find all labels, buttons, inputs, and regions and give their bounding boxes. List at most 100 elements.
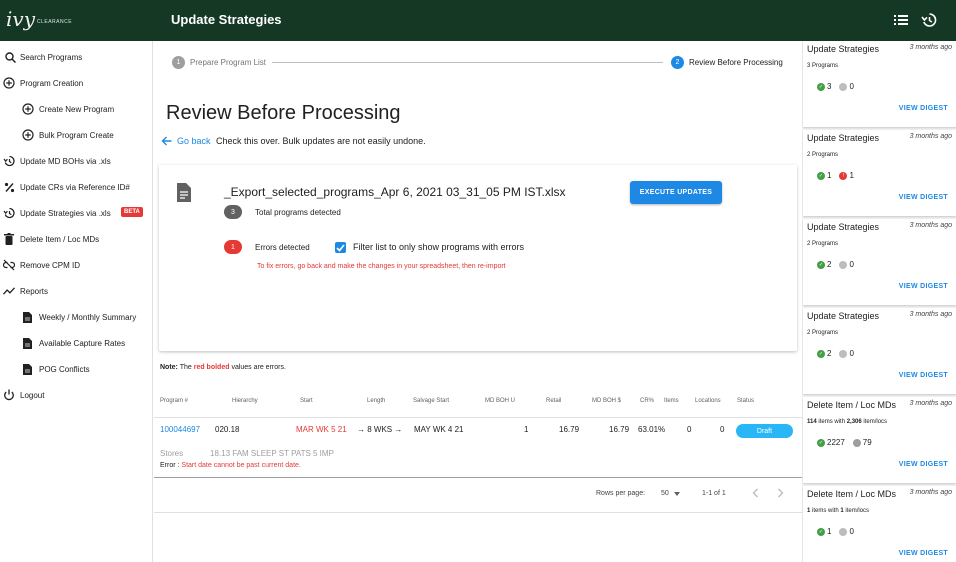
go-back-link[interactable]: Go back [161, 136, 211, 146]
list-view-icon[interactable] [892, 11, 910, 29]
sidebar-item-label: Remove CPM ID [20, 260, 81, 270]
col-header: Salvage Start [413, 398, 450, 404]
success-count: 1 [827, 171, 832, 180]
document-icon [21, 311, 33, 323]
item-locs-text: item/locs [861, 419, 888, 425]
sidebar-item-logout[interactable]: Logout [0, 382, 153, 408]
pending-icon [839, 260, 848, 269]
sidebar-item-label: Delete Item / Loc MDs [20, 234, 100, 244]
item-locs-text: item/locs [843, 508, 870, 514]
digest-stats: ✓ 1 ! 1 [817, 171, 862, 180]
rows-per-page-select[interactable]: 50 [661, 490, 680, 497]
success-check-icon: ✓ [817, 171, 825, 180]
execute-updates-button[interactable]: EXECUTE UPDATES [630, 181, 722, 204]
history-icon [3, 155, 15, 167]
history-icon[interactable] [920, 11, 938, 29]
col-header: Locations [695, 398, 721, 404]
digest-card: Update Strategies 3 months ago 2 Program… [803, 130, 956, 216]
history-icon [3, 207, 15, 219]
success-check-icon: ✓ [817, 527, 825, 536]
digest-stats: ✓ 1 0 [817, 527, 862, 536]
go-back-label: Go back [177, 136, 211, 146]
digest-title: Delete Item / Loc MDs [807, 400, 897, 410]
sidebar-item-update-md-bohs[interactable]: Update MD BOHs via .xls [0, 148, 153, 174]
sidebar-item-label: Logout [20, 390, 45, 400]
sidebar-nav: Search Programs Program Creation Create … [0, 41, 153, 562]
errors-note: Note: The red bolded values are errors. [160, 364, 286, 371]
step-2-number: 2 [671, 56, 684, 69]
digest-card: Delete Item / Loc MDs 3 months ago 1 ite… [803, 486, 956, 562]
pagination-range: 1-1 of 1 [702, 490, 726, 497]
ivy-clearance-logo[interactable]: ivy CLEARANCE [6, 9, 72, 29]
digest-title: Update Strategies [807, 222, 880, 232]
sidebar-item-available-capture-rates[interactable]: Available Capture Rates [0, 330, 153, 356]
success-count: 2227 [827, 438, 845, 447]
view-digest-link[interactable]: VIEW DIGEST [899, 283, 948, 290]
cell-hierarchy: 020.18 [215, 425, 240, 434]
view-digest-link[interactable]: VIEW DIGEST [899, 550, 948, 557]
trash-icon [3, 233, 15, 245]
col-header: MD BOH $ [592, 398, 622, 404]
step-1-label[interactable]: Prepare Program List [190, 58, 266, 67]
sidebar-item-label: Program Creation [20, 78, 84, 88]
sidebar-item-label: Available Capture Rates [39, 338, 126, 348]
success-check-icon: ✓ [817, 260, 825, 269]
logo-subtitle: CLEARANCE [37, 19, 73, 25]
cell-length: → 8 WKS → [357, 425, 402, 434]
sidebar-item-label: POG Conflicts [39, 364, 90, 374]
sidebar-item-update-strategies[interactable]: Update Strategies via .xls BETA [0, 200, 153, 226]
success-check-icon: ✓ [817, 82, 825, 91]
digest-subtitle: 1 items with 1 item/locs [807, 508, 869, 514]
sidebar-item-weekly-monthly-summary[interactable]: Weekly / Monthly Summary [0, 304, 153, 330]
note-red-text: red bolded [193, 364, 230, 371]
sidebar-item-delete-item-loc[interactable]: Delete Item / Loc MDs [0, 226, 153, 252]
success-count: 2 [827, 349, 832, 358]
view-digest-link[interactable]: VIEW DIGEST [899, 372, 948, 379]
prev-page-button[interactable] [752, 488, 759, 500]
next-page-button[interactable] [777, 488, 784, 500]
sidebar-item-label: Search Programs [20, 52, 83, 62]
sidebar-item-search-programs[interactable]: Search Programs [0, 44, 153, 70]
total-count-badge: 3 [224, 205, 242, 219]
success-check-icon: ✓ [817, 438, 825, 447]
power-icon [3, 389, 15, 401]
errors-detected-label: Errors detected [255, 243, 310, 252]
success-count: 1 [827, 527, 832, 536]
sidebar-item-create-new-program[interactable]: Create New Program [0, 96, 153, 122]
program-number-link[interactable]: 100044697 [160, 425, 200, 434]
page-heading: Review Before Processing [166, 102, 401, 124]
digest-subtitle: 2 Programs [807, 330, 839, 336]
document-icon [21, 363, 33, 375]
sidebar-item-update-crs[interactable]: Update CRs via Reference ID# [0, 174, 153, 200]
cell-retail: 16.79 [559, 425, 580, 434]
sidebar-item-remove-cpm-id[interactable]: Remove CPM ID [0, 252, 153, 278]
step-1-number: 1 [172, 56, 185, 69]
stores-value: 18.13 FAM SLEEP ST PATS 5 IMP [210, 449, 334, 458]
sidebar-item-pog-conflicts[interactable]: POG Conflicts [0, 356, 153, 382]
view-digest-link[interactable]: VIEW DIGEST [899, 194, 948, 201]
sidebar-item-label: Create New Program [39, 104, 115, 114]
digest-card: Delete Item / Loc MDs 3 months ago 114 i… [803, 397, 956, 483]
view-digest-link[interactable]: VIEW DIGEST [899, 105, 948, 112]
cell-items: 0 [687, 425, 692, 434]
filter-errors-checkbox[interactable] [335, 242, 346, 253]
main-content: 1 Prepare Program List 2 Review Before P… [154, 41, 802, 562]
digest-stats: ✓ 3 0 [817, 82, 862, 91]
stepper: 1 Prepare Program List 2 Review Before P… [154, 41, 802, 81]
sidebar-item-bulk-program-create[interactable]: Bulk Program Create [0, 122, 153, 148]
error-prefix: Error : [160, 462, 180, 469]
page-title: Update Strategies [171, 12, 282, 27]
view-digest-link[interactable]: VIEW DIGEST [899, 461, 948, 468]
sidebar-item-label: Reports [20, 286, 49, 296]
col-header: Status [737, 398, 755, 404]
trending-icon [3, 285, 15, 297]
sidebar-item-label: Update CRs via Reference ID# [20, 182, 130, 192]
stepper-connector [272, 62, 663, 63]
filter-errors-label[interactable]: Filter list to only show programs with e… [353, 242, 524, 252]
pager-divider [154, 512, 802, 513]
sidebar-item-reports[interactable]: Reports [0, 278, 153, 304]
digest-stats: ✓ 2 0 [817, 260, 862, 269]
sidebar-item-program-creation[interactable]: Program Creation [0, 70, 153, 96]
rows-per-page-label: Rows per page: [596, 490, 646, 497]
percent-icon [3, 181, 15, 193]
